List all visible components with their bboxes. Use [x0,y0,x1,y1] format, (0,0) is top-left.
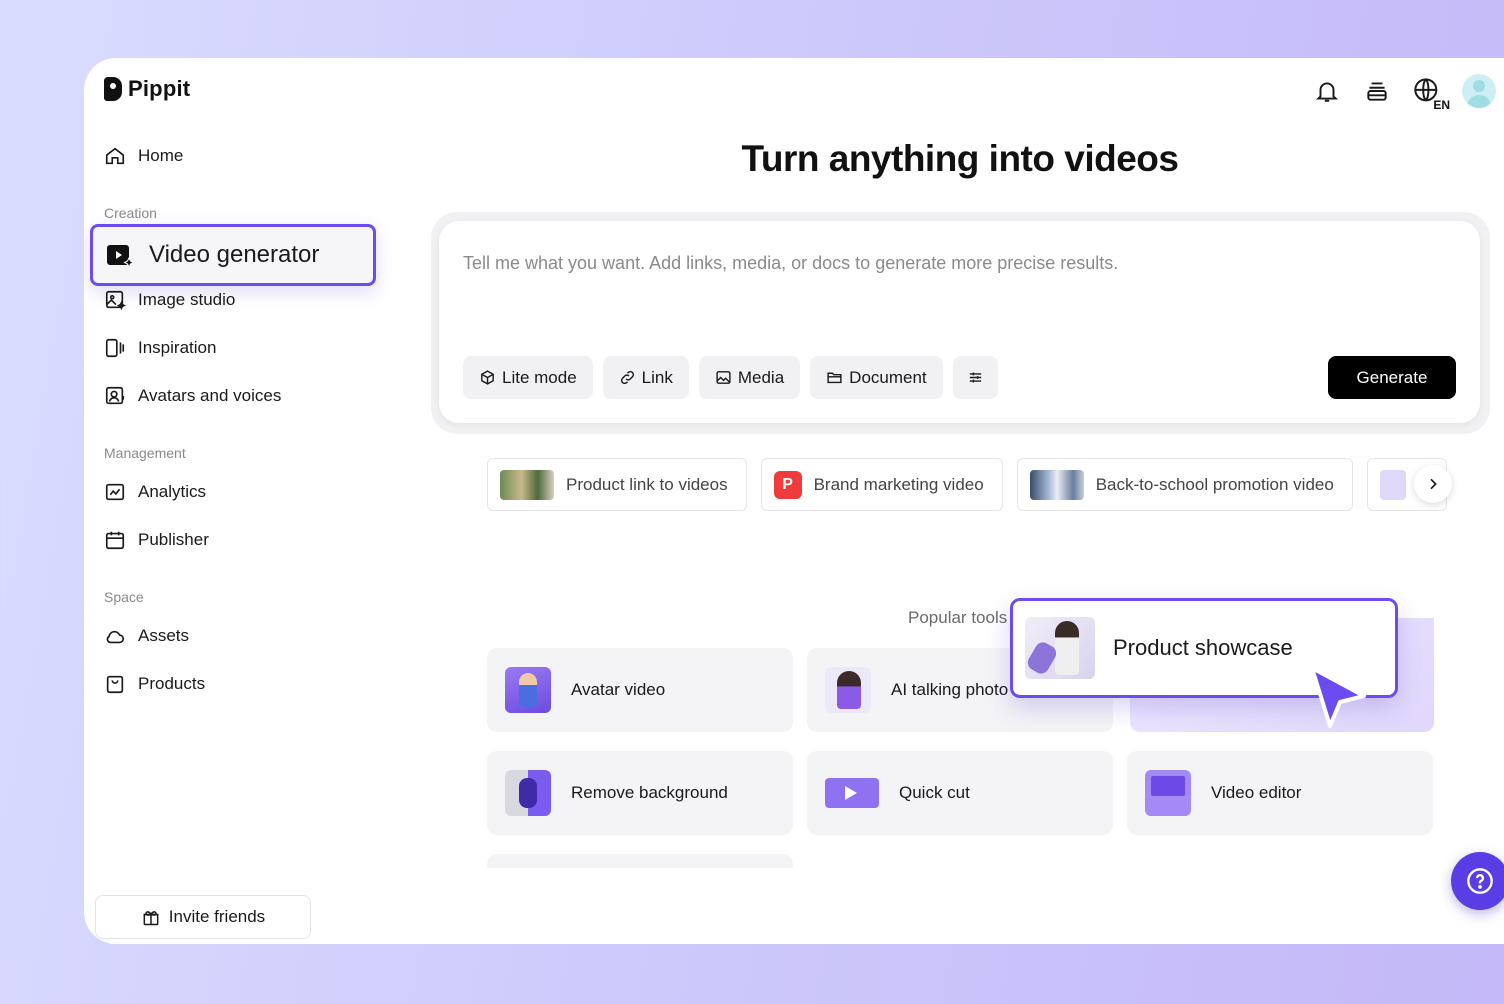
tool-label: Video editor [1211,783,1302,802]
calendar-icon [105,531,125,550]
tool-card-partial[interactable] [487,854,793,868]
help-button[interactable] [1451,852,1504,910]
sidebar-item-inspiration[interactable]: Inspiration [104,334,216,362]
invite-friends-label: Invite friends [168,907,266,926]
sidebar-item-label: Inspiration [138,338,217,357]
header-actions: EN [1312,74,1496,112]
quick-cut-thumbnail [825,778,879,808]
settings-button[interactable] [952,356,998,399]
chip-label: Lite mode [502,367,577,387]
chip-label: Link [641,367,673,387]
tool-label: Quick cut [899,783,970,802]
sidebar-item-image-studio[interactable]: Image studio [104,286,235,314]
page-title: Turn anything into videos [741,138,1179,179]
presentation-icon: P [773,470,802,499]
cube-icon [481,370,494,385]
globe-icon[interactable]: EN [1412,76,1450,112]
suggestion-label: Product link to videos [566,474,728,494]
mouse-pointer-icon [1310,666,1366,728]
app-window: Pippit Home Creation Video generator Ima… [84,58,1504,944]
chevron-right-icon [1430,478,1437,490]
link-icon [620,370,634,385]
chip-label: Document [849,367,927,387]
cloud-icon [106,630,125,644]
tool-label: AI talking photo [891,680,1009,699]
sidebar-item-label: Products [138,674,206,693]
product-showcase-thumbnail [1025,617,1095,679]
prompt-box[interactable]: Tell me what you want. Add links, media,… [439,221,1480,423]
section-management: Management [104,445,186,461]
image-studio-icon [105,290,126,311]
tool-label: Remove background [571,783,728,802]
sidebar-item-assets[interactable]: Assets [104,622,189,650]
sidebar-item-label: Assets [138,626,190,645]
chip-label: Media [737,367,785,387]
lite-mode-button[interactable]: Lite mode [463,356,593,399]
sidebar-item-label: Publisher [138,530,209,549]
language-label: EN [1433,98,1450,112]
pippit-logo-mark-icon [104,77,122,101]
folder-icon [827,372,842,384]
sidebar-item-label: Avatars and voices [138,386,282,405]
sidebar-item-label: Video generator [149,241,320,268]
tool-card-video-editor[interactable]: Video editor [1127,751,1433,835]
suggestion-thumbnail [1029,469,1084,500]
help-icon [1467,868,1493,894]
inspiration-icon [105,338,125,358]
logo-text: Pippit [128,76,191,101]
sidebar-item-label: Image studio [138,290,236,309]
sidebar-item-video-generator[interactable]: Video generator [90,224,376,286]
link-button[interactable]: Link [602,356,689,399]
video-editor-thumbnail [1145,770,1191,816]
image-icon [716,371,731,384]
bell-icon[interactable] [1312,76,1342,106]
sidebar-item-label: Analytics [138,482,207,501]
avatar-video-thumbnail [505,667,551,713]
suggestion-label: Brand marketing video [813,474,984,494]
suggestion-thumbnail [500,469,554,500]
prompt-panel: Tell me what you want. Add links, media,… [431,212,1490,434]
media-button[interactable]: Media [698,356,801,399]
next-suggestions-button[interactable] [1414,465,1452,503]
sidebar-item-publisher[interactable]: Publisher [104,526,209,554]
invite-friends-button[interactable]: Invite friends [95,895,311,939]
section-creation: Creation [104,205,157,221]
sidebar-item-analytics[interactable]: Analytics [104,478,206,506]
pippit-logo[interactable]: Pippit [104,76,190,102]
shopping-bag-icon [106,675,124,694]
tool-label: Avatar video [571,680,666,699]
gift-icon [143,911,159,926]
prompt-chips: Lite mode Link Media Document [463,356,998,399]
avatar[interactable] [1462,74,1496,108]
tool-card-remove-background[interactable]: Remove background [487,751,793,835]
sliders-icon [969,372,981,383]
video-generator-icon [107,245,135,269]
popular-tools-label: Popular tools [908,608,1008,627]
prompt-input[interactable]: Tell me what you want. Add links, media,… [463,253,1118,274]
suggestion-label: Back-to-school promotion video [1095,474,1334,494]
generate-button[interactable]: Generate [1328,356,1456,399]
suggestion-chip[interactable]: Back-to-school promotion video [1016,458,1353,511]
stack-icon[interactable] [1362,76,1392,106]
tool-card-quick-cut[interactable]: Quick cut [807,751,1113,835]
tool-card-avatar-video[interactable]: Avatar video [487,648,793,732]
analytics-icon [105,483,125,501]
showcase-label: Product showcase [1113,635,1293,660]
suggestion-thumbnail [1379,469,1406,500]
remove-background-thumbnail [505,770,551,816]
avatar-voice-icon [105,386,125,405]
sidebar-item-products[interactable]: Products [104,670,205,698]
ai-talking-photo-thumbnail [825,667,871,713]
sidebar-item-avatars-voices[interactable]: Avatars and voices [104,382,281,410]
suggestion-row: Product link to videos P Brand marketing… [487,458,1447,511]
document-button[interactable]: Document [810,356,943,399]
section-space: Space [104,589,144,605]
suggestion-chip[interactable]: P Brand marketing video [760,458,1003,511]
suggestion-chip[interactable]: Product link to videos [487,458,747,511]
